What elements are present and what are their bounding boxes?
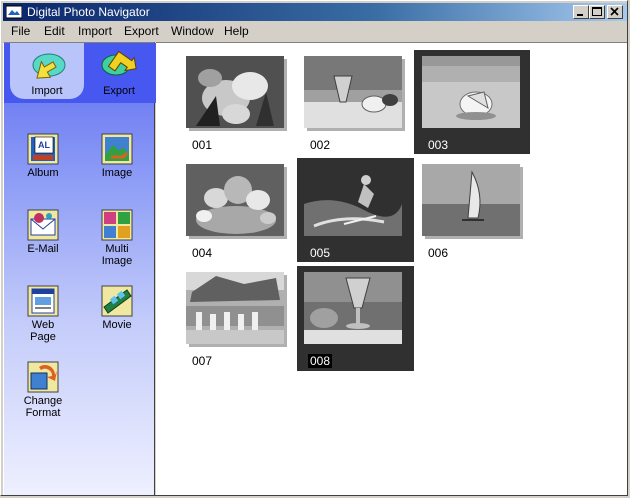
sidebar-item-label: Movie [102,319,132,331]
thumbnail-grid: 001 002 003 004 005 006 007 008 [156,42,627,495]
thumbnail-label: 008 [308,354,333,368]
export-button[interactable]: Export [90,51,148,97]
app-window: Digital Photo Navigator File Edit Import… [0,0,628,496]
sidebar-item-label: Album [27,167,59,179]
multi-image-icon [101,209,133,241]
import-icon [32,53,66,79]
menu-edit[interactable]: Edit [44,24,65,38]
email-icon [27,209,59,241]
thumbnail-image [422,164,520,236]
album-icon: AL [27,133,59,165]
thumbnail-image [304,272,402,344]
export-label: Export [103,85,135,97]
sidebar-item-label: Multi [105,243,129,255]
window-title: Digital Photo Navigator [27,5,150,19]
thumbnail-label: 003 [428,138,449,152]
thumbnail-image [186,272,284,344]
sidebar: Import Export AL Album Image E-Mail Mult… [3,42,156,495]
thumbnail-label: 004 [192,246,213,260]
sidebar-item-email[interactable]: E-Mail [14,209,72,255]
export-icon [101,51,137,76]
change-format-icon [27,361,59,393]
maximize-button[interactable] [589,5,605,19]
sidebar-item-label: Page [30,331,56,343]
title-bar[interactable]: Digital Photo Navigator [3,3,627,21]
close-button[interactable] [607,5,623,19]
thumbnail-label: 001 [192,138,213,152]
image-icon [101,133,133,165]
minimize-button[interactable] [573,5,589,19]
menu-file[interactable]: File [11,24,30,38]
sidebar-item-album[interactable]: AL Album [14,133,72,179]
menu-bar: File Edit Import Export Window Help [3,21,627,41]
thumbnail-label: 005 [310,246,331,260]
sidebar-item-label: Image [101,167,133,179]
import-label: Import [31,85,63,97]
thumbnail-image [304,164,402,236]
sidebar-item-label: E-Mail [27,243,59,255]
sidebar-item-multi-image[interactable]: Multi Image [88,209,146,267]
menu-export[interactable]: Export [124,24,159,38]
close-icon [610,7,619,16]
svg-text:AL: AL [38,140,50,150]
sidebar-item-image[interactable]: Image [88,133,146,179]
sidebar-item-label: Format [25,407,61,419]
thumbnail-image [422,56,520,128]
menu-window[interactable]: Window [171,24,214,38]
maximize-icon [592,7,602,16]
thumbnail-label: 007 [192,354,213,368]
app-icon [6,5,22,19]
menu-help[interactable]: Help [224,24,249,38]
minimize-icon [577,14,583,16]
sidebar-item-label: Web [31,319,55,331]
thumbnail-image [186,56,284,128]
sidebar-item-change-format[interactable]: Change Format [14,361,72,419]
web-page-icon [27,285,59,317]
movie-icon [101,285,133,317]
sidebar-item-label: Change [23,395,63,407]
thumbnail-image [186,164,284,236]
sidebar-item-label: Image [101,255,133,267]
sidebar-item-movie[interactable]: Movie [88,285,146,331]
import-button[interactable]: Import [18,51,76,97]
menu-import[interactable]: Import [78,24,112,38]
thumbnail-image [304,56,402,128]
thumbnail-label: 002 [310,138,331,152]
thumbnail-label: 006 [428,246,449,260]
sidebar-item-web-page[interactable]: Web Page [14,285,72,343]
